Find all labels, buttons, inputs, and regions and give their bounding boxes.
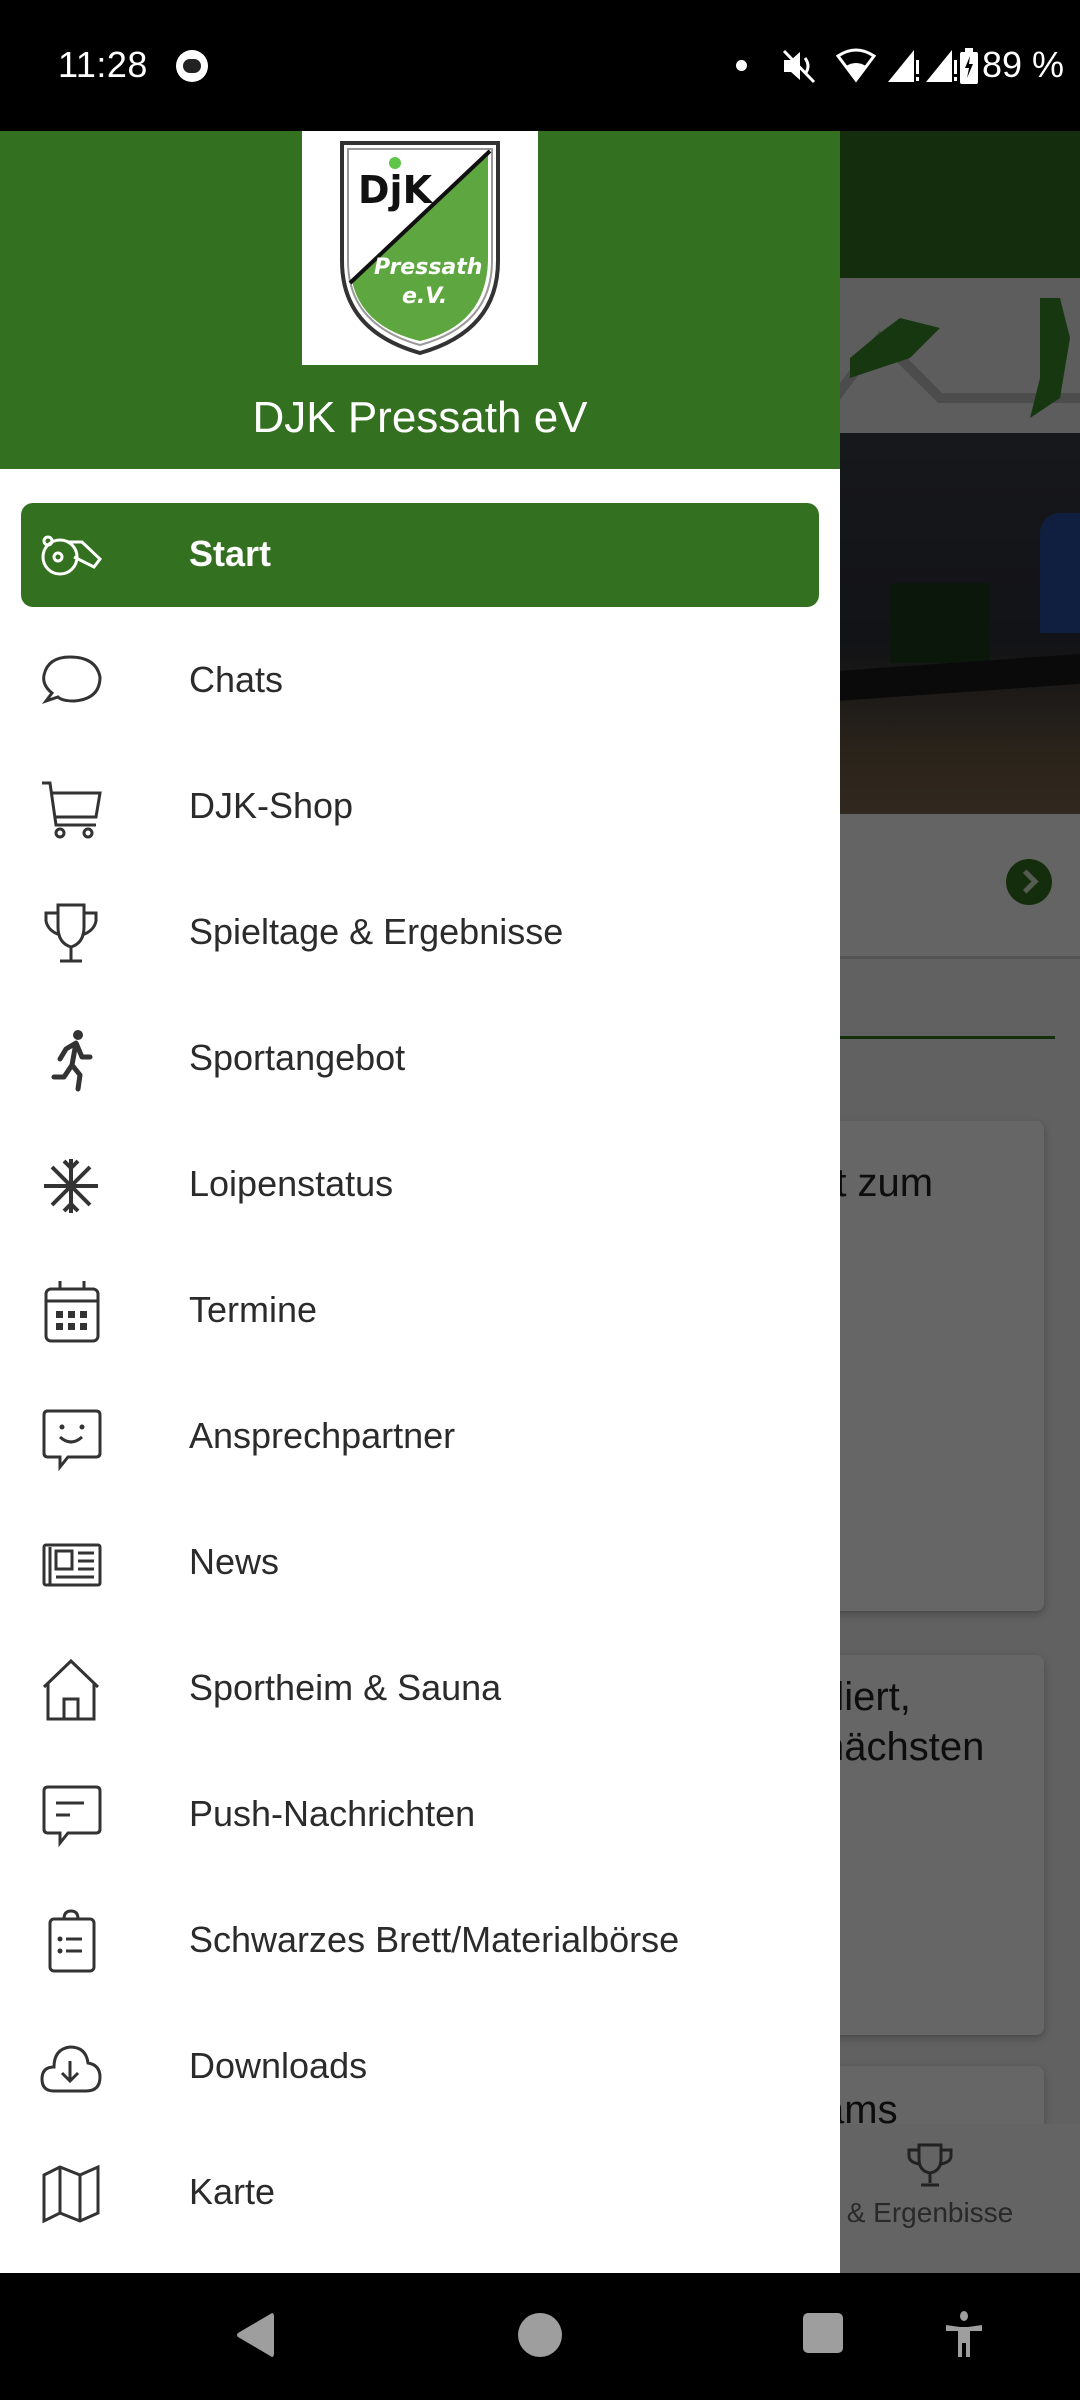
recents-button[interactable] bbox=[802, 2311, 844, 2360]
chat-bubble-icon bbox=[38, 649, 104, 715]
status-icons: 89 % bbox=[660, 40, 1080, 90]
house-icon bbox=[38, 1657, 104, 1723]
menu-item-schwarzes-brett[interactable]: Schwarzes Brett/Materialbörse bbox=[0, 1889, 840, 2015]
battery-percent: 89 % bbox=[982, 44, 1065, 85]
wifi-icon bbox=[835, 48, 877, 89]
signal-icon bbox=[886, 48, 922, 89]
menu-item-spieltage-ergebnisse[interactable]: Spieltage & Ergebnisse bbox=[0, 881, 840, 1007]
menu-item-loipenstatus[interactable]: Loipenstatus bbox=[0, 1133, 840, 1259]
menu-item-label: Sportangebot bbox=[189, 1037, 406, 1078]
menu-item-label: Loipenstatus bbox=[189, 1163, 394, 1204]
mute-icon bbox=[780, 48, 818, 89]
app-notification-icon bbox=[176, 50, 208, 82]
message-lines-icon bbox=[38, 1783, 104, 1849]
whistle-icon bbox=[38, 523, 104, 589]
menu-item-label: Push-Nachrichten bbox=[189, 1793, 476, 1834]
back-button[interactable] bbox=[234, 2311, 276, 2364]
accessibility-button[interactable] bbox=[944, 2311, 984, 2364]
drawer-menu: Start Chats DJK-Shop Spieltage & Ergebni… bbox=[0, 503, 840, 2267]
menu-item-sportangebot[interactable]: Sportangebot bbox=[0, 1007, 840, 1133]
drawer-header: DjK Pressath e.V. DJK Pressath eV bbox=[0, 131, 840, 469]
menu-item-label: Start bbox=[189, 533, 272, 574]
smiley-message-icon bbox=[38, 1405, 104, 1471]
system-nav-bar bbox=[0, 2273, 1080, 2400]
newspaper-icon bbox=[38, 1531, 104, 1597]
cloud-download-icon bbox=[38, 2035, 104, 2101]
cart-icon bbox=[38, 775, 104, 841]
running-icon bbox=[38, 1027, 104, 1093]
menu-item-label: Ansprechpartner bbox=[189, 1415, 456, 1456]
map-icon bbox=[38, 2161, 104, 2227]
menu-item-label: Chats bbox=[189, 659, 284, 700]
menu-item-djk-shop[interactable]: DJK-Shop bbox=[0, 755, 840, 881]
menu-item-label: News bbox=[189, 1541, 280, 1582]
menu-item-label: Termine bbox=[189, 1289, 318, 1330]
snowflake-icon bbox=[38, 1153, 104, 1219]
drawer-title: DJK Pressath eV bbox=[252, 393, 588, 442]
navigation-drawer: DjK Pressath e.V. DJK Pressath eV Start … bbox=[0, 131, 840, 2273]
menu-item-karte[interactable]: Karte bbox=[0, 2141, 840, 2267]
menu-item-push-nachrichten[interactable]: Push-Nachrichten bbox=[0, 1763, 840, 1889]
menu-item-label: Spieltage & Ergebnisse bbox=[189, 911, 564, 952]
logo-text: Pressath bbox=[374, 255, 482, 280]
logo-text: e.V. bbox=[402, 284, 447, 309]
trophy-icon bbox=[38, 901, 104, 967]
menu-item-sportheim-sauna[interactable]: Sportheim & Sauna bbox=[0, 1637, 840, 1763]
notification-dot-icon bbox=[736, 60, 747, 71]
menu-item-ansprechpartner[interactable]: Ansprechpartner bbox=[0, 1385, 840, 1511]
menu-item-start[interactable]: Start bbox=[0, 503, 840, 629]
menu-item-label: Karte bbox=[189, 2171, 276, 2212]
logo-text: DjK bbox=[358, 168, 434, 212]
menu-item-label: Downloads bbox=[189, 2045, 368, 2086]
status-bar: 11:28 89 % bbox=[0, 0, 1080, 131]
menu-item-termine[interactable]: Termine bbox=[0, 1259, 840, 1385]
menu-item-news[interactable]: News bbox=[0, 1511, 840, 1637]
menu-item-label: Schwarzes Brett/Materialbörse bbox=[189, 1919, 680, 1960]
home-button[interactable] bbox=[516, 2311, 564, 2364]
menu-item-downloads[interactable]: Downloads bbox=[0, 2015, 840, 2141]
clipboard-list-icon bbox=[38, 1909, 104, 1975]
menu-item-label: Sportheim & Sauna bbox=[189, 1667, 502, 1708]
status-time: 11:28 bbox=[58, 44, 148, 85]
calendar-icon bbox=[38, 1279, 104, 1345]
battery-charging-icon bbox=[960, 48, 978, 89]
club-logo: DjK Pressath e.V. bbox=[302, 131, 538, 365]
menu-item-chats[interactable]: Chats bbox=[0, 629, 840, 755]
menu-item-label: DJK-Shop bbox=[189, 785, 354, 826]
signal-icon-2 bbox=[924, 48, 960, 89]
